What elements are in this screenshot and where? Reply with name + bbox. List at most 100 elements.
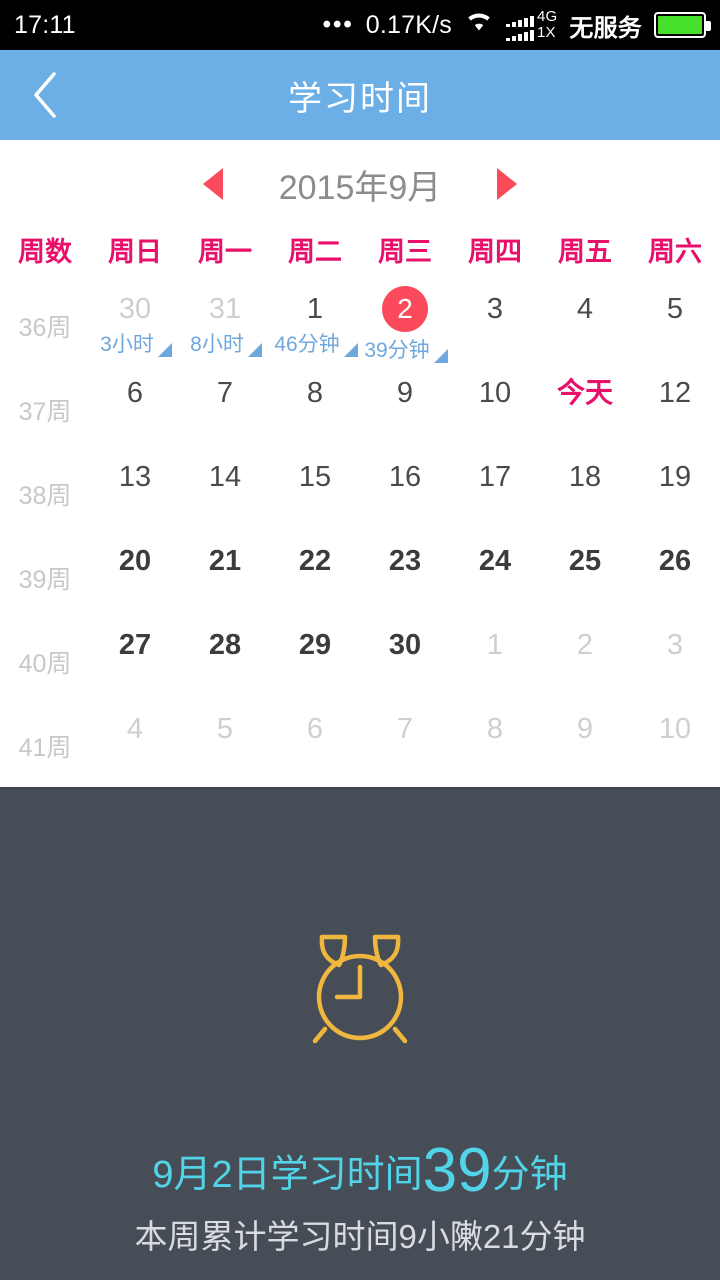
calendar-day-cell[interactable]: 30 3小时 (90, 278, 180, 364)
calendar-day-cell[interactable]: 6 (270, 698, 360, 782)
calendar-day-cell[interactable]: 24 (450, 530, 540, 614)
calendar-col-weekday: 周四 (468, 236, 522, 267)
prev-month-button[interactable] (176, 154, 250, 214)
day-number: 1 (306, 293, 324, 325)
calendar-day-cell[interactable]: 17 (450, 446, 540, 530)
calendar-day-cell[interactable]: 5 (630, 278, 720, 364)
calendar-day-cell[interactable]: 14 (180, 446, 270, 530)
calendar-day-cell[interactable]: 28 (180, 614, 270, 698)
study-duration-label[interactable]: 3小时 (100, 328, 172, 358)
study-duration-label[interactable]: 8小时 (190, 328, 262, 358)
calendar-day-cell[interactable]: 23 (360, 530, 450, 614)
calendar-day-cell[interactable]: 5 (180, 698, 270, 782)
study-duration-label[interactable]: 46分钟 (274, 328, 359, 358)
day-number: 20 (118, 545, 152, 577)
status-icons: ••• 0.17K/s 4G 1X 无服务 (323, 8, 711, 43)
day-number: 18 (568, 461, 602, 493)
day-number: 14 (208, 461, 242, 493)
calendar-day-cell[interactable]: 18 (540, 446, 630, 530)
network-speed-label: 0.17K/s (365, 10, 452, 39)
calendar-day-cell[interactable]: 30 (360, 614, 450, 698)
calendar-col-weekday: 周六 (648, 236, 702, 267)
status-time: 17:11 (14, 10, 76, 39)
calendar-day-cell[interactable]: 1 (450, 614, 540, 698)
day-number: 16 (388, 461, 422, 493)
calendar-col-weekday: 周五 (558, 236, 612, 267)
day-number: 2 (576, 629, 594, 661)
calendar-day-cell[interactable]: 今天 (540, 362, 630, 446)
day-number: 26 (658, 545, 692, 577)
calendar-day-cell[interactable]: 4 (540, 278, 630, 364)
detail-panel: 9月2日学习时间39分钟 本周累计学习时间9小敶21分钟 (0, 787, 720, 1280)
calendar-week-row: 37周 6 7 8 9 10 今天 12 (0, 362, 720, 446)
calendar-day-cell[interactable]: 3 (450, 278, 540, 364)
day-number: 17 (478, 461, 512, 493)
calendar-day-cell[interactable]: 15 (270, 446, 360, 530)
day-number: 30 (118, 293, 152, 325)
clock-illustration (0, 789, 720, 1189)
calendar-day-cell[interactable]: 6 (90, 362, 180, 446)
day-number: 30 (388, 629, 422, 661)
day-number: 24 (478, 545, 512, 577)
calendar-col-weekday: 周日 (108, 236, 162, 267)
study-duration-label[interactable]: 39分钟 (364, 334, 449, 364)
calendar-day-cell[interactable]: 26 (630, 530, 720, 614)
calendar-day-cell[interactable]: 20 (90, 530, 180, 614)
calendar-day-cell[interactable]: 7 (360, 698, 450, 782)
calendar-day-cell[interactable]: 2 (540, 614, 630, 698)
day-number: 29 (298, 629, 332, 661)
week-number-label: 39周 (18, 566, 72, 594)
week-number-label: 38周 (18, 482, 72, 510)
calendar-day-cell[interactable]: 1 46分钟 (270, 278, 360, 364)
day-number: 13 (118, 461, 152, 493)
calendar-col-weekday: 周一 (198, 236, 252, 267)
calendar-week-row: 39周 20 21 22 23 24 25 26 (0, 530, 720, 614)
alarm-clock-icon (312, 934, 408, 1044)
calendar-day-cell[interactable]: 8 (270, 362, 360, 446)
calendar-day-cell[interactable]: 7 (180, 362, 270, 446)
calendar-day-cell[interactable]: 21 (180, 530, 270, 614)
calendar-day-cell[interactable]: 10 (450, 362, 540, 446)
summary-block: 9月2日学习时间39分钟 本周累计学习时间9小敶21分钟 (0, 1140, 720, 1258)
day-number: 9 (396, 377, 414, 409)
week-number-label: 41周 (18, 734, 72, 762)
day-number: 3 (666, 629, 684, 661)
next-month-button[interactable] (470, 154, 544, 214)
calendar-day-cell[interactable]: 9 (360, 362, 450, 446)
battery-icon (654, 12, 711, 38)
calendar-day-cell[interactable]: 31 8小时 (180, 278, 270, 364)
day-number: 3 (486, 293, 504, 325)
calendar-day-cell[interactable]: 8 (450, 698, 540, 782)
calendar-col-weekday: 周二 (288, 236, 342, 267)
calendar-day-cell[interactable]: 3 (630, 614, 720, 698)
calendar-day-cell[interactable]: 29 (270, 614, 360, 698)
day-number: 23 (388, 545, 422, 577)
week-number-label: 36周 (18, 314, 72, 342)
back-button[interactable] (0, 50, 90, 140)
calendar-day-cell[interactable]: 27 (90, 614, 180, 698)
day-number: 1 (486, 629, 504, 661)
calendar-day-cell[interactable]: 22 (270, 530, 360, 614)
signal-strength-icon: 4G 1X (505, 9, 557, 41)
calendar-week-row: 41周 4 5 6 7 8 9 10 (0, 698, 720, 782)
day-number: 25 (568, 545, 602, 577)
calendar-day-cell[interactable]: 19 (630, 446, 720, 530)
day-number: 9 (576, 713, 594, 745)
week-number-label: 37周 (18, 398, 72, 426)
week-number-cell: 37周 (0, 362, 90, 446)
day-number: 5 (216, 713, 234, 745)
calendar-day-cell[interactable]: 2 39分钟 (360, 278, 450, 364)
calendar-day-cell[interactable]: 10 (630, 698, 720, 782)
calendar-day-cell[interactable]: 9 (540, 698, 630, 782)
day-number: 31 (208, 293, 242, 325)
calendar-day-cell[interactable]: 12 (630, 362, 720, 446)
back-chevron-icon (34, 72, 56, 118)
calendar-day-cell[interactable]: 25 (540, 530, 630, 614)
week-number-cell: 39周 (0, 530, 90, 614)
calendar-day-cell[interactable]: 13 (90, 446, 180, 530)
calendar-day-cell[interactable]: 4 (90, 698, 180, 782)
calendar-day-cell[interactable]: 16 (360, 446, 450, 530)
triangle-right-icon (497, 168, 517, 200)
daily-summary: 9月2日学习时间39分钟 (0, 1140, 720, 1202)
day-number: 10 (478, 377, 512, 409)
